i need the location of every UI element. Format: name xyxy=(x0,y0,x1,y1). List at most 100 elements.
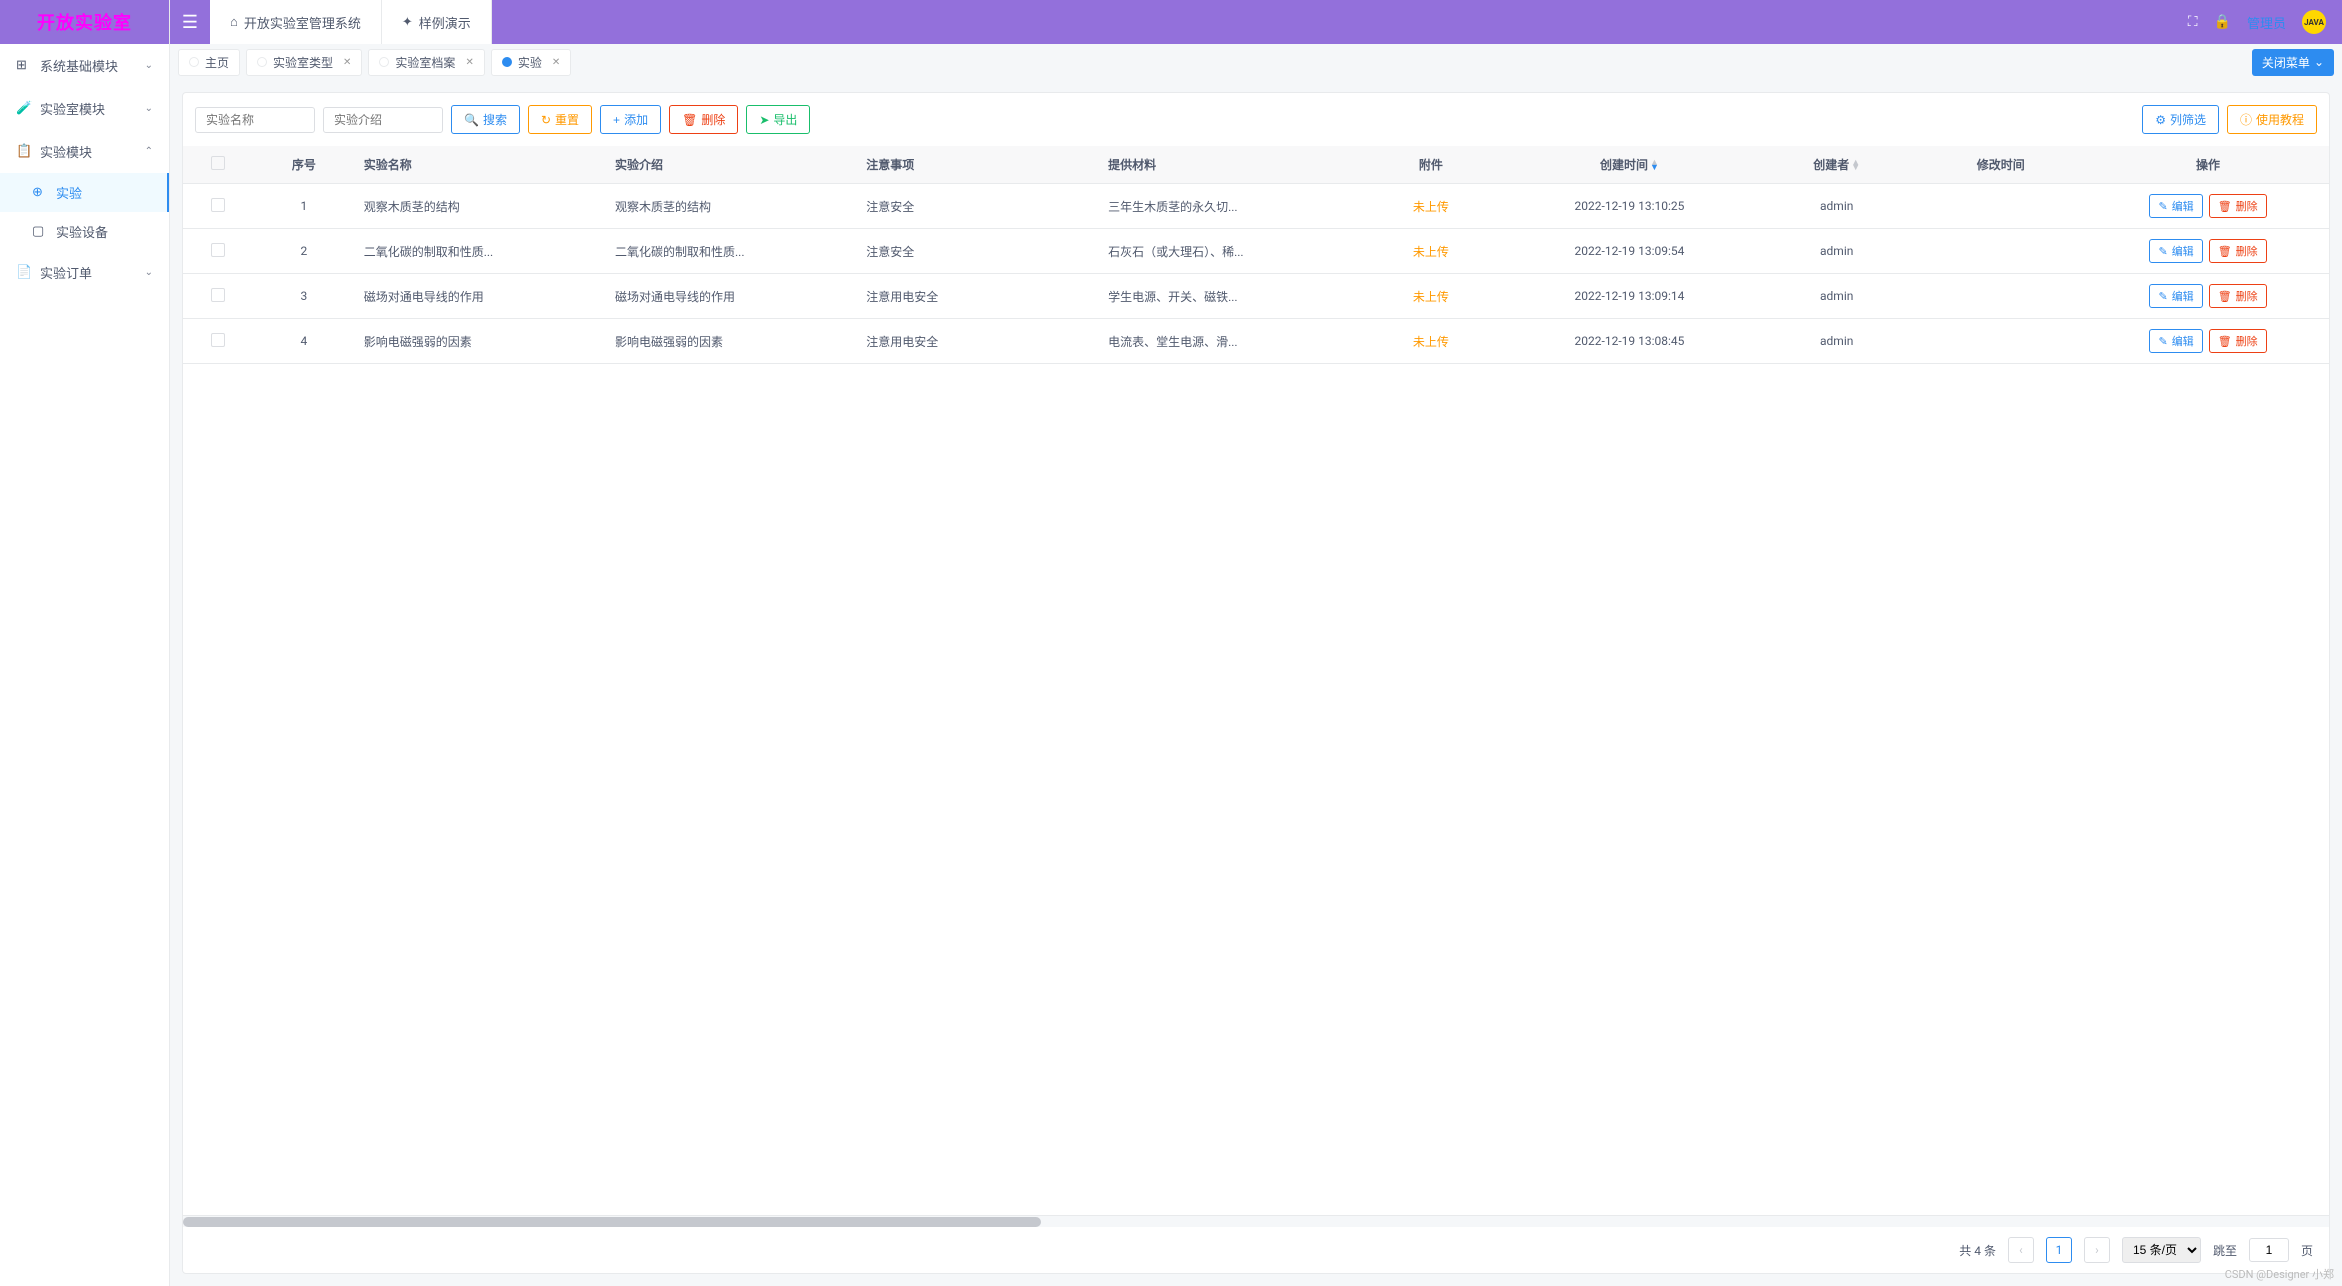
tab-lab-archive[interactable]: 实验室档案 ✕ xyxy=(368,49,484,76)
search-name-input[interactable] xyxy=(195,107,315,133)
tabs-bar: 主页 实验室类型 ✕ 实验室档案 ✕ 实验 ✕ 关闭菜单 ⌄ xyxy=(170,44,2342,80)
sidebar-item-lab[interactable]: 🧪 实验室模块 ⌄ xyxy=(0,87,169,130)
scrollbar-thumb[interactable] xyxy=(183,1217,1041,1227)
cell-name: 二氧化碳的制取和性质... xyxy=(356,229,607,274)
row-checkbox[interactable] xyxy=(211,333,225,347)
row-delete-button[interactable]: 🗑 删除 xyxy=(2209,284,2267,308)
sidebar-subitem-equipment[interactable]: ▢ 实验设备 xyxy=(0,212,169,251)
sidebar-item-label: 实验订单 xyxy=(40,263,92,282)
cell-materials: 三年生木质茎的永久切... xyxy=(1100,184,1362,229)
cell-notes: 注意安全 xyxy=(858,184,1100,229)
trash-icon: 🗑 xyxy=(2218,200,2232,213)
col-name: 实验名称 xyxy=(356,146,607,184)
row-delete-button[interactable]: 🗑 删除 xyxy=(2209,239,2267,263)
tab-lab-type[interactable]: 实验室类型 ✕ xyxy=(246,49,362,76)
chevron-down-icon: ⌄ xyxy=(145,267,153,278)
fullscreen-icon[interactable]: ⛶ xyxy=(2188,14,2198,30)
cell-name: 影响电磁强弱的因素 xyxy=(356,319,607,364)
sidebar-subitem-experiment[interactable]: ⊕ 实验 xyxy=(0,173,169,212)
header-tab-demo[interactable]: ✦ 样例演示 xyxy=(382,0,492,44)
tutorial-button[interactable]: ⓘ使用教程 xyxy=(2227,105,2317,134)
search-intro-input[interactable] xyxy=(323,107,443,133)
sidebar-item-orders[interactable]: 📄 实验订单 ⌄ xyxy=(0,251,169,294)
row-delete-button[interactable]: 🗑 删除 xyxy=(2209,329,2267,353)
home-icon: ⌂ xyxy=(230,14,238,30)
table-row: 2 二氧化碳的制取和性质... 二氧化碳的制取和性质... 注意安全 石灰石（或… xyxy=(183,229,2329,274)
trash-icon: 🗑 xyxy=(682,113,697,127)
close-icon[interactable]: ✕ xyxy=(343,57,351,68)
sidebar: 开放实验室 ⊞ 系统基础模块 ⌄ 🧪 实验室模块 ⌄ 📋 实验模块 ⌃ ⊕ 实验 xyxy=(0,0,170,1286)
col-intro: 实验介绍 xyxy=(607,146,858,184)
cell-materials: 电流表、堂生电源、滑... xyxy=(1100,319,1362,364)
row-delete-button[interactable]: 🗑 删除 xyxy=(2209,194,2267,218)
row-checkbox[interactable] xyxy=(211,288,225,302)
header: ☰ ⌂ 开放实验室管理系统 ✦ 样例演示 ⛶ 🔒 管理员 JAVA xyxy=(170,0,2342,44)
total-text: 共 4 条 xyxy=(1959,1242,1996,1259)
info-icon: ⓘ xyxy=(2240,111,2252,128)
plus-icon: + xyxy=(613,113,620,127)
edit-button[interactable]: ✎ 编辑 xyxy=(2149,329,2202,353)
cell-creator: admin xyxy=(1759,184,1914,229)
col-materials: 提供材料 xyxy=(1100,146,1362,184)
main: ☰ ⌂ 开放实验室管理系统 ✦ 样例演示 ⛶ 🔒 管理员 JAVA xyxy=(170,0,2342,1286)
table-row: 4 影响电磁强弱的因素 影响电磁强弱的因素 注意用电安全 电流表、堂生电源、滑.… xyxy=(183,319,2329,364)
avatar[interactable]: JAVA xyxy=(2302,10,2326,34)
flask-icon: 🧪 xyxy=(16,101,32,116)
cell-created: 2022-12-19 13:10:25 xyxy=(1500,184,1759,229)
per-page-select[interactable]: 15 条/页 xyxy=(2122,1237,2201,1263)
close-icon[interactable]: ✕ xyxy=(465,57,473,68)
col-created[interactable]: 创建时间▲▼ xyxy=(1500,146,1759,184)
jump-input[interactable] xyxy=(2249,1238,2289,1262)
col-creator[interactable]: 创建者▲▼ xyxy=(1759,146,1914,184)
tab-home[interactable]: 主页 xyxy=(178,49,240,76)
tab-dot-icon xyxy=(379,57,389,67)
close-icon[interactable]: ✕ xyxy=(552,57,560,68)
sparkle-icon: ✦ xyxy=(402,15,413,30)
list-icon: 📋 xyxy=(16,144,32,159)
edit-button[interactable]: ✎ 编辑 xyxy=(2149,284,2202,308)
lock-icon[interactable]: 🔒 xyxy=(2214,14,2231,30)
cell-notes: 注意用电安全 xyxy=(858,319,1100,364)
circle-icon: ⊕ xyxy=(32,185,48,200)
chevron-down-icon: ⌄ xyxy=(145,60,153,71)
cell-modified xyxy=(1914,229,2087,274)
reset-button[interactable]: ↻重置 xyxy=(528,105,592,134)
logo: 开放实验室 xyxy=(0,0,169,44)
add-button[interactable]: +添加 xyxy=(600,105,661,134)
header-tab-label: 开放实验室管理系统 xyxy=(244,13,361,32)
table-wrap[interactable]: 序号 实验名称 实验介绍 注意事项 提供材料 附件 创建时间▲▼ 创建者▲▼ 修… xyxy=(183,146,2329,1215)
search-button[interactable]: 🔍搜索 xyxy=(451,105,520,134)
row-checkbox[interactable] xyxy=(211,243,225,257)
sidebar-item-system[interactable]: ⊞ 系统基础模块 ⌄ xyxy=(0,44,169,87)
page-suffix: 页 xyxy=(2301,1242,2313,1259)
edit-button[interactable]: ✎ 编辑 xyxy=(2149,194,2202,218)
filter-columns-button[interactable]: ⚙列筛选 xyxy=(2142,105,2219,134)
delete-button[interactable]: 🗑删除 xyxy=(669,105,738,134)
page-button[interactable]: 1 xyxy=(2046,1237,2072,1263)
sidebar-item-experiment-module[interactable]: 📋 实验模块 ⌃ xyxy=(0,130,169,173)
edit-icon: ✎ xyxy=(2158,200,2167,213)
sidebar-menu: ⊞ 系统基础模块 ⌄ 🧪 实验室模块 ⌄ 📋 实验模块 ⌃ ⊕ 实验 ▢ 实验设… xyxy=(0,44,169,1286)
cell-seq: 2 xyxy=(252,229,356,274)
header-tab-home[interactable]: ⌂ 开放实验室管理系统 xyxy=(210,0,382,44)
cell-name: 观察木质茎的结构 xyxy=(356,184,607,229)
edit-button[interactable]: ✎ 编辑 xyxy=(2149,239,2202,263)
row-checkbox[interactable] xyxy=(211,198,225,212)
trash-icon: 🗑 xyxy=(2218,290,2232,303)
tab-experiment[interactable]: 实验 ✕ xyxy=(491,49,571,76)
prev-page-button[interactable]: ‹ xyxy=(2008,1237,2034,1263)
horizontal-scrollbar[interactable] xyxy=(183,1215,2329,1227)
user-men[interactable]: 管理员 xyxy=(2247,13,2286,32)
close-menu-button[interactable]: 关闭菜单 ⌄ xyxy=(2252,49,2334,76)
square-icon: ▢ xyxy=(32,224,48,239)
chevron-down-icon: ⌄ xyxy=(145,103,153,114)
edit-icon: ✎ xyxy=(2158,290,2167,303)
cell-created: 2022-12-19 13:09:14 xyxy=(1500,274,1759,319)
select-all-checkbox[interactable] xyxy=(211,156,225,170)
tab-label: 实验室类型 xyxy=(273,54,333,71)
close-menu-label: 关闭菜单 xyxy=(2262,54,2310,71)
next-page-button[interactable]: › xyxy=(2084,1237,2110,1263)
trash-icon: 🗑 xyxy=(2218,245,2232,258)
hamburger-button[interactable]: ☰ xyxy=(170,0,210,44)
export-button[interactable]: ➤导出 xyxy=(746,105,810,134)
